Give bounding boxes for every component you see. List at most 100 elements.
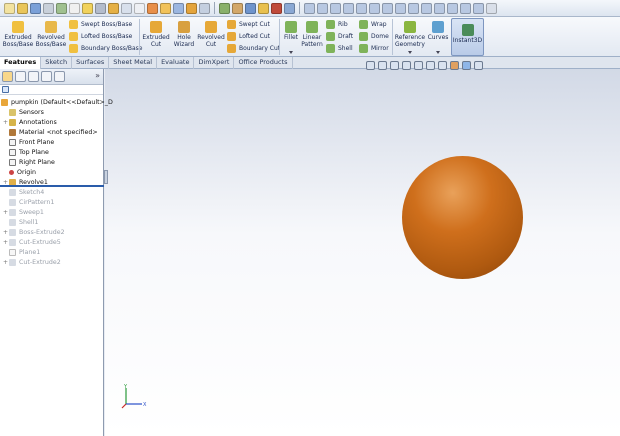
mirror-button[interactable]: Mirror — [359, 44, 389, 53]
save-icon[interactable] — [30, 2, 41, 14]
view-back-icon[interactable] — [317, 2, 328, 14]
expand-chevron-icon[interactable]: » — [95, 71, 100, 80]
section-icon[interactable] — [271, 2, 282, 14]
expand-plus-icon[interactable]: + — [3, 119, 8, 126]
boundary-boss-button[interactable]: Boundary Boss/Base — [69, 44, 142, 53]
dome-button[interactable]: Dome — [359, 32, 389, 41]
single-view-icon[interactable] — [434, 2, 445, 14]
previous-view-icon[interactable] — [390, 60, 399, 70]
wrap-button[interactable]: Wrap — [359, 20, 387, 29]
axis-icon[interactable] — [173, 2, 184, 14]
tree-item-cut-extrude2[interactable]: + Cut-Extrude2 — [3, 257, 61, 267]
mate-icon[interactable] — [199, 2, 210, 14]
hole-wizard-button[interactable]: Hole Wizard — [171, 21, 197, 48]
select-icon[interactable] — [69, 2, 80, 14]
expand-plus-icon[interactable]: + — [3, 259, 8, 266]
view-iso-icon[interactable] — [382, 2, 393, 14]
view-top-icon[interactable] — [356, 2, 367, 14]
linear-pattern-button[interactable]: Linear Pattern — [301, 21, 323, 48]
tree-item-boss-extrude2[interactable]: + Boss-Extrude2 — [3, 227, 65, 237]
point-icon[interactable] — [186, 2, 197, 14]
tab-sheet-metal[interactable]: Sheet Metal — [109, 57, 158, 69]
shell-button[interactable]: Shell — [326, 44, 353, 53]
rebuild-icon[interactable] — [82, 2, 93, 14]
tab-features[interactable]: Features — [0, 57, 42, 69]
edit-icon[interactable] — [486, 2, 497, 14]
tab-sketch[interactable]: Sketch — [41, 57, 73, 69]
lofted-cut-button[interactable]: Lofted Cut — [227, 32, 270, 41]
print-icon[interactable] — [43, 2, 54, 14]
view-orientation-icon[interactable] — [414, 60, 423, 70]
fillet-dropdown-icon[interactable] — [289, 51, 293, 54]
tree-item-sweep1[interactable]: + Sweep1 — [3, 207, 44, 217]
zoom-to-fit-icon[interactable] — [366, 60, 375, 70]
lofted-boss-button[interactable]: Lofted Boss/Base — [69, 32, 132, 41]
options-icon[interactable] — [95, 2, 106, 14]
tree-item-annotations[interactable]: + Annotations — [3, 117, 57, 127]
instant3d-button[interactable]: Instant3D — [451, 18, 484, 56]
view-front-icon[interactable] — [304, 2, 315, 14]
revolved-cut-button[interactable]: Revolved Cut — [197, 21, 225, 48]
open-folder-icon[interactable] — [17, 2, 28, 14]
plane-icon[interactable] — [160, 2, 171, 14]
swept-cut-button[interactable]: Swept Cut — [227, 20, 270, 29]
tab-office-products[interactable]: Office Products — [234, 57, 293, 69]
extruded-cut-button[interactable]: Extruded Cut — [142, 21, 170, 48]
two-view-icon[interactable] — [447, 2, 458, 14]
tree-item-cirpattern1[interactable]: CirPattern1 — [3, 197, 54, 207]
view-trimetric-icon[interactable] — [395, 2, 406, 14]
edit-appearance-icon[interactable] — [450, 60, 459, 70]
appearance-icon[interactable] — [284, 2, 295, 14]
sum-icon[interactable] — [134, 2, 145, 14]
tree-root-part[interactable]: pumpkin (Default<<Default>_D — [1, 97, 113, 107]
display-manager-tab-icon[interactable] — [54, 71, 65, 82]
configuration-manager-tab-icon[interactable] — [28, 71, 39, 82]
rotate-icon[interactable] — [245, 2, 256, 14]
feature-tree-tab-icon[interactable] — [2, 71, 13, 82]
snap-icon[interactable] — [147, 2, 158, 14]
view-left-icon[interactable] — [330, 2, 341, 14]
zoom-to-area-icon[interactable] — [378, 60, 387, 70]
link-views-icon[interactable] — [473, 2, 484, 14]
view-bottom-icon[interactable] — [369, 2, 380, 14]
tab-evaluate[interactable]: Evaluate — [157, 57, 195, 69]
panel-resize-handle[interactable] — [104, 170, 108, 184]
display-style-icon[interactable] — [426, 60, 435, 70]
apply-scene-icon[interactable] — [462, 60, 471, 70]
tree-item-shell1[interactable]: Shell1 — [3, 217, 38, 227]
swept-boss-button[interactable]: Swept Boss/Base — [69, 20, 132, 29]
hide-show-items-icon[interactable] — [438, 60, 447, 70]
tree-item-plane1[interactable]: Plane1 — [3, 247, 40, 257]
tree-item-material[interactable]: Material <not specified> — [3, 127, 98, 137]
tree-item-right-plane[interactable]: Right Plane — [3, 157, 55, 167]
new-file-icon[interactable] — [4, 2, 15, 14]
view-right-icon[interactable] — [343, 2, 354, 14]
tree-item-front-plane[interactable]: Front Plane — [3, 137, 54, 147]
extruded-boss-button[interactable]: Extruded Boss/Base — [3, 21, 33, 48]
move-icon[interactable] — [232, 2, 243, 14]
normal-to-icon[interactable] — [421, 2, 432, 14]
pumpkin-model[interactable] — [402, 156, 523, 279]
reference-geometry-button[interactable]: Reference Geometry — [395, 21, 425, 48]
revolved-boss-button[interactable]: Revolved Boss/Base — [36, 21, 66, 48]
tree-item-top-plane[interactable]: Top Plane — [3, 147, 49, 157]
curves-button[interactable]: Curves — [427, 21, 449, 41]
dimension-icon[interactable] — [121, 2, 132, 14]
tree-item-origin[interactable]: Origin — [3, 167, 36, 177]
rib-button[interactable]: Rib — [326, 20, 348, 29]
view-dimetric-icon[interactable] — [408, 2, 419, 14]
view-settings-icon[interactable] — [474, 60, 483, 70]
reference-geometry-dropdown-icon[interactable] — [408, 51, 412, 54]
tab-dimxpert[interactable]: DimXpert — [194, 57, 235, 69]
filter-icon[interactable] — [2, 86, 9, 93]
tab-surfaces[interactable]: Surfaces — [72, 57, 110, 69]
boundary-cut-button[interactable]: Boundary Cut — [227, 44, 280, 53]
tree-item-sensors[interactable]: Sensors — [3, 107, 44, 117]
tree-filter-bar[interactable] — [0, 85, 103, 95]
measure-icon[interactable] — [258, 2, 269, 14]
expand-plus-icon[interactable]: + — [3, 239, 8, 246]
dimxpert-manager-tab-icon[interactable] — [41, 71, 52, 82]
tree-item-sketch4[interactable]: Sketch4 — [3, 187, 44, 197]
assembly-icon[interactable] — [219, 2, 230, 14]
curves-dropdown-icon[interactable] — [436, 51, 440, 54]
